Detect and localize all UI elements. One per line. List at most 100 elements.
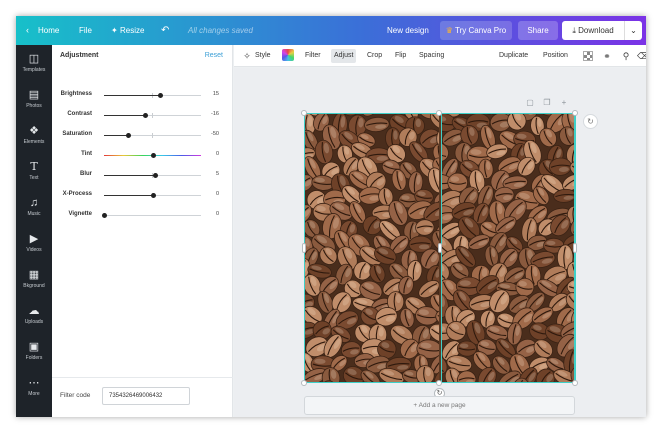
try-pro-label: Try Canva Pro: [454, 26, 507, 35]
slider-label: Vignette: [68, 211, 92, 217]
slider-row-x-process: X-Process 0: [52, 189, 233, 201]
coffee-beans-photo-right[interactable]: [441, 113, 575, 383]
slider-handle[interactable]: [142, 113, 148, 118]
templates-icon: ◫: [28, 53, 40, 65]
resize-handle[interactable]: [436, 110, 442, 116]
flip-button[interactable]: Flip: [392, 49, 409, 63]
text-icon: T: [30, 160, 38, 173]
panel-title: Adjustment: [60, 52, 99, 59]
file-menu-button[interactable]: File: [79, 16, 92, 45]
copy-page-icon[interactable]: ❐: [542, 98, 552, 107]
transparency-icon[interactable]: [583, 51, 593, 61]
canva-editor-window: ‹ Home File ✦ Resize ↶ All changes saved…: [16, 16, 646, 417]
sidebar-item-music[interactable]: ♫ Music: [16, 196, 52, 218]
slider-value: 5: [215, 171, 219, 177]
slider-label: Contrast: [67, 111, 92, 117]
slider-row-blur: Blur 5: [52, 169, 233, 181]
slider-fill: [104, 95, 160, 96]
slider-track-x-process[interactable]: [104, 193, 201, 198]
download-options-button[interactable]: ⌄: [624, 21, 642, 40]
sidebar-item-label: More: [28, 391, 40, 397]
slider-handle[interactable]: [102, 213, 107, 218]
add-page-button[interactable]: + Add a new page: [304, 396, 575, 415]
slider-label: Tint: [81, 151, 92, 157]
sidebar-item-label: Text: [29, 175, 39, 181]
slider-handle[interactable]: [157, 93, 163, 98]
filter-button[interactable]: Filter: [302, 49, 324, 63]
slider-handle[interactable]: [150, 153, 156, 158]
canvas-area: ▢ ❐ + ↻ ↻ + Add a new page: [234, 68, 646, 417]
slider-value: -50: [211, 131, 219, 137]
duplicate-button[interactable]: Duplicate: [496, 49, 531, 63]
sidebar-item-folders[interactable]: ▣ Folders: [16, 340, 52, 362]
slider-row-tint: Tint 0: [52, 149, 233, 161]
music-icon: ♫: [29, 197, 39, 209]
slider-track-vignette[interactable]: [102, 213, 201, 218]
crop-button[interactable]: Crop: [364, 49, 385, 63]
sidebar-item-label: Templates: [22, 67, 46, 73]
slider-row-brightness: Brightness 15: [52, 89, 233, 101]
home-button[interactable]: Home: [38, 16, 59, 45]
coffee-beans-image: [441, 113, 575, 383]
share-button[interactable]: Share: [518, 21, 558, 40]
sidebar-item-videos[interactable]: ▶ Videos: [16, 232, 52, 254]
sidebar-item-templates[interactable]: ◫ Templates: [16, 52, 52, 74]
link-icon[interactable]: ⚭: [601, 49, 613, 63]
coffee-beans-photo-left[interactable]: [304, 113, 439, 383]
trash-icon[interactable]: ⌫: [637, 49, 646, 63]
sidebar-item-photos[interactable]: ▤ Photos: [16, 88, 52, 110]
sidebar-item-label: Folders: [25, 355, 43, 361]
slider-track-brightness[interactable]: [104, 93, 201, 98]
position-button[interactable]: Position: [540, 49, 571, 63]
refresh-icon[interactable]: ↻: [583, 114, 598, 129]
resize-handle[interactable]: [436, 380, 442, 386]
download-icon: ⤓: [572, 26, 576, 35]
try-canva-pro-button[interactable]: ♛ Try Canva Pro: [440, 21, 512, 40]
resize-handle[interactable]: [302, 243, 306, 253]
chevron-left-icon[interactable]: ‹: [26, 16, 29, 45]
slider-value: 0: [215, 211, 219, 217]
slider-label: Brightness: [60, 91, 92, 97]
download-button[interactable]: ⤓ Download: [562, 21, 624, 40]
uploads-icon: ☁: [28, 305, 40, 317]
spacing-button[interactable]: Spacing: [416, 49, 447, 63]
resize-handle[interactable]: [573, 243, 577, 253]
sidebar-item-elements[interactable]: ❖ Elements: [16, 124, 52, 146]
crown-icon: ♛: [445, 26, 453, 35]
sidebar-item-background[interactable]: ▦ Bkground: [16, 268, 52, 290]
filter-code-input[interactable]: 7354326469006432: [102, 387, 190, 405]
sidebar-item-text[interactable]: T Text: [16, 160, 52, 182]
slider-row-contrast: Contrast -16: [52, 109, 233, 121]
note-icon[interactable]: ▢: [525, 98, 535, 107]
adjust-button[interactable]: Adjust: [331, 49, 357, 63]
resize-handle[interactable]: [301, 110, 307, 116]
slider-handle[interactable]: [150, 193, 156, 198]
slider-handle[interactable]: [152, 173, 158, 178]
undo-icon[interactable]: ↶: [161, 16, 169, 45]
lock-icon[interactable]: ⚲: [620, 49, 632, 63]
color-swatch-icon[interactable]: [282, 49, 294, 61]
sidebar-item-uploads[interactable]: ☁ Uploads: [16, 304, 52, 326]
sidebar-item-more[interactable]: ⋯ More: [16, 376, 52, 398]
slider-track-tint[interactable]: [104, 153, 201, 158]
add-page-icon[interactable]: +: [559, 98, 569, 107]
resize-handle[interactable]: [438, 243, 442, 253]
side-navigation: ◫ Templates ▤ Photos ❖ Elements T Text ♫…: [16, 45, 52, 417]
new-design-button[interactable]: New design: [387, 16, 429, 45]
filter-code-label: Filter code: [60, 392, 91, 399]
folders-icon: ▣: [28, 341, 40, 353]
resize-button[interactable]: Resize: [120, 16, 144, 45]
sidebar-item-label: Videos: [26, 247, 42, 253]
slider-track-blur[interactable]: [104, 173, 201, 178]
resize-handle[interactable]: [572, 110, 578, 116]
slider-handle[interactable]: [126, 133, 132, 138]
slider-track-saturation[interactable]: [104, 133, 201, 138]
slider-center-mark: [152, 133, 153, 138]
reset-button[interactable]: Reset: [205, 52, 223, 59]
sidebar-item-label: Bkground: [23, 283, 45, 289]
resize-handle[interactable]: [301, 380, 307, 386]
resize-handle[interactable]: [572, 380, 578, 386]
sidebar-item-label: Music: [27, 211, 41, 217]
style-button[interactable]: Style: [252, 49, 274, 63]
slider-track-contrast[interactable]: [104, 113, 201, 118]
